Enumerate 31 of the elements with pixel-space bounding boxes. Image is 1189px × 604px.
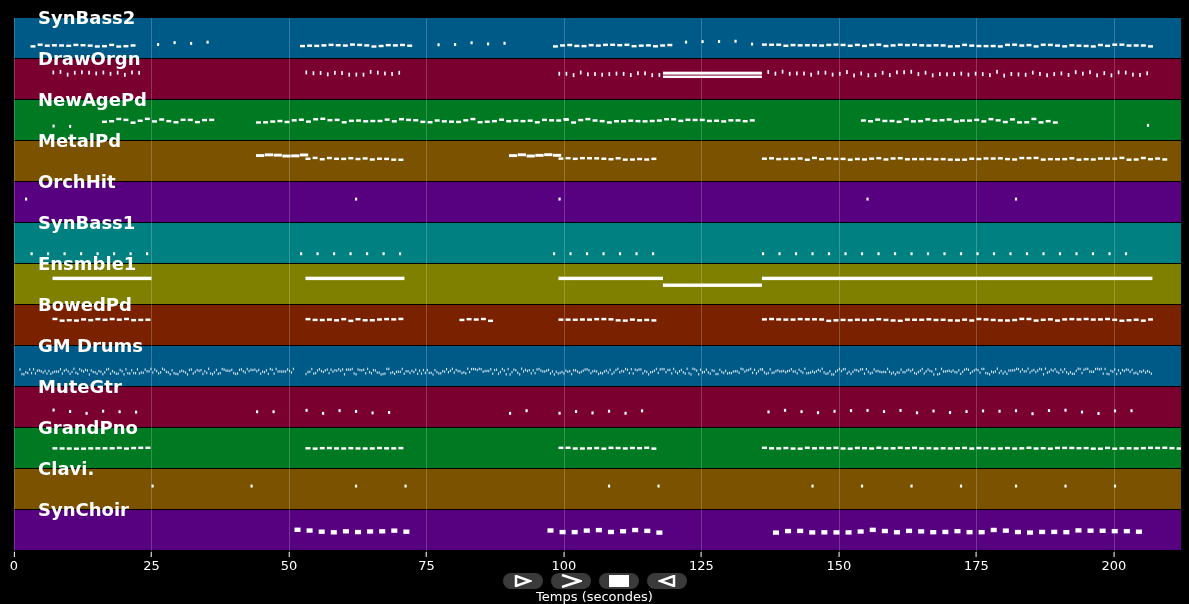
track-label: DrawOrgn <box>38 50 141 68</box>
tick-label: 0 <box>9 559 19 572</box>
play-icon <box>514 575 532 587</box>
tick-label: 150 <box>826 559 852 572</box>
tick-label: 125 <box>689 559 714 572</box>
track-label: GrandPno <box>38 419 138 437</box>
axis-label: Temps (secondes) <box>535 590 654 603</box>
track-label: Clavi. <box>38 460 95 478</box>
forward-button[interactable] <box>551 573 591 589</box>
stop-icon <box>609 575 629 587</box>
tick-label: 200 <box>1101 559 1127 572</box>
track-label: GM Drums <box>38 337 144 355</box>
tick-label: 100 <box>551 559 577 572</box>
back-button[interactable] <box>647 573 687 589</box>
play-left-icon <box>658 575 676 587</box>
track-label: MetalPd <box>38 132 122 150</box>
tick-label: 50 <box>280 559 298 572</box>
track-label: OrchHit <box>38 173 116 191</box>
stop-button[interactable] <box>599 573 639 589</box>
track-label: SynBass2 <box>38 9 136 27</box>
track-label: MuteGtr <box>38 378 122 396</box>
track-label: SynBass1 <box>38 214 136 232</box>
tick-label: 175 <box>964 559 989 572</box>
tick-label: 25 <box>143 559 160 572</box>
track-label: Ensmble1 <box>38 255 137 273</box>
tick-label: 75 <box>418 559 435 572</box>
track-label: BowedPd <box>38 296 132 314</box>
play-button[interactable] <box>503 573 543 589</box>
track-label: SynChoir <box>38 501 129 519</box>
chevron-right-icon <box>560 574 582 588</box>
track-label: NewAgePd <box>38 91 147 109</box>
